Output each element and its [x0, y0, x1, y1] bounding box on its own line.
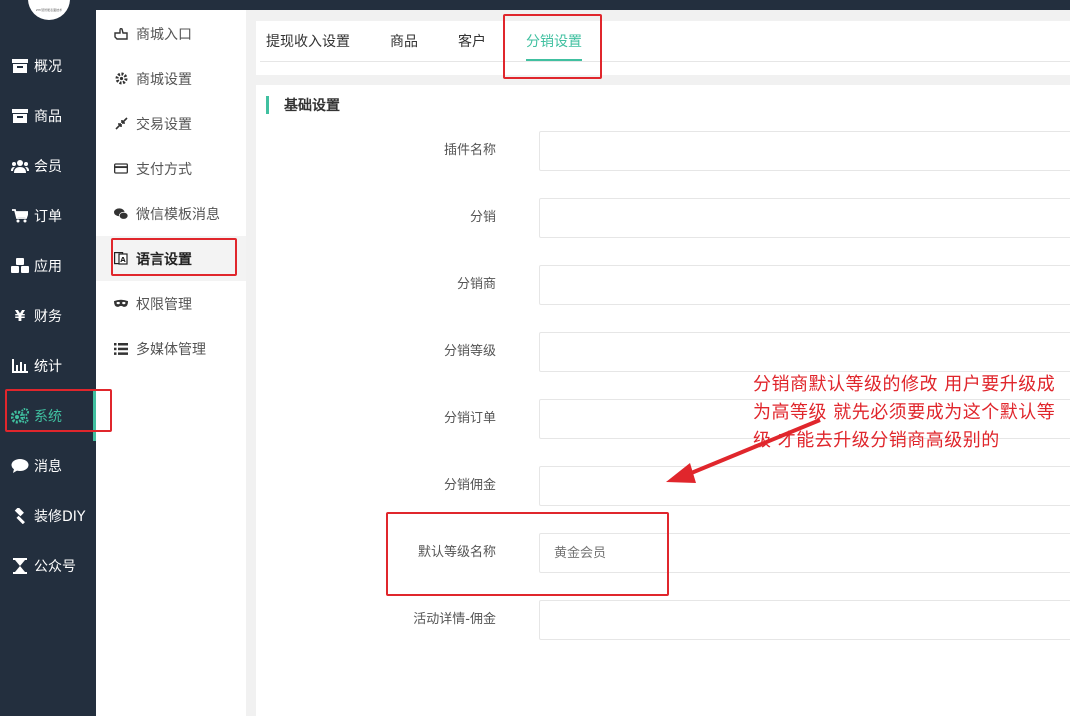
tab-customers[interactable]: 客户	[458, 21, 486, 61]
submenu-item-label: 商城入口	[136, 26, 192, 43]
form-row-distribution-commission: 分销佣金	[256, 466, 1070, 506]
sidebar-item-label: 订单	[34, 209, 62, 225]
sidebar-item-apps[interactable]: 应用	[0, 241, 96, 291]
cart-icon	[11, 207, 29, 225]
field-label: 插件名称	[443, 143, 496, 158]
sidebar-item-orders[interactable]: 订单	[0, 191, 96, 241]
sidebar-item-stats[interactable]: 统计	[0, 341, 96, 391]
submenu-item-permissions[interactable]: 权限管理	[96, 281, 246, 326]
submenu-item-label: 多媒体管理	[136, 341, 206, 358]
sidebar-item-label: 公众号	[34, 559, 76, 575]
sidebar-item-label: 消息	[34, 459, 62, 475]
sidebar-item-label: 会员	[34, 159, 62, 175]
sidebar-item-overview[interactable]: 概况	[0, 41, 96, 91]
sidebar-item-decoration[interactable]: 装修DIY	[0, 491, 96, 541]
submenu-item-store-settings[interactable]: 商城设置	[96, 56, 246, 101]
form-row-plugin-name: 插件名称	[256, 131, 1070, 171]
distribution-input[interactable]	[539, 198, 1070, 238]
submenu-item-label: 商城设置	[136, 71, 192, 88]
sidebar-item-label: 统计	[34, 359, 62, 375]
plugin-name-input[interactable]	[539, 131, 1070, 171]
logo-caption: ZHI慧智能表面技术	[35, 8, 63, 12]
submenu-item-label: 支付方式	[136, 161, 192, 178]
yen-icon: ¥	[14, 307, 26, 325]
form-row-activity-commission: 活动详情-佣金	[256, 600, 1070, 640]
form-row-distributor: 分销商	[256, 265, 1070, 305]
hand-pointer-icon	[114, 27, 128, 41]
field-label: 分销佣金	[443, 478, 496, 493]
highlight-box-default-level	[386, 512, 669, 596]
gear-icon	[114, 72, 128, 86]
tab-label: 商品	[390, 34, 418, 50]
cubes-icon	[11, 257, 29, 275]
tabs-bar: 提现收入设置 商品 客户 分销设置	[256, 21, 1070, 75]
field-label: 分销等级	[443, 344, 496, 359]
submenu-item-trade-settings[interactable]: 交易设置	[96, 101, 246, 146]
distribution-commission-input[interactable]	[539, 466, 1070, 506]
sidebar-item-label: 商品	[34, 109, 62, 125]
form-row-distribution-level: 分销等级	[256, 332, 1070, 372]
form-row-distribution: 分销	[256, 198, 1070, 238]
distributor-input[interactable]	[539, 265, 1070, 305]
wechat-icon	[114, 207, 128, 221]
submenu-item-media[interactable]: 多媒体管理	[96, 326, 246, 371]
sidebar-item-finance[interactable]: ¥ 财务	[0, 291, 96, 341]
field-label: 活动详情-佣金	[413, 612, 496, 627]
logo[interactable]: ZHI慧智能表面技术	[28, 0, 70, 20]
bar-chart-icon	[11, 357, 29, 375]
submenu-item-store-entry[interactable]: 商城入口	[96, 11, 246, 56]
tab-label: 提现收入设置	[266, 34, 350, 50]
sidebar-item-label: 应用	[34, 259, 62, 275]
gavel-icon	[11, 507, 29, 525]
section-title: 基础设置	[266, 96, 340, 114]
sidebar-item-official-account[interactable]: 公众号	[0, 541, 96, 591]
mask-icon	[114, 297, 128, 311]
main-sidebar: ZHI慧智能表面技术 概况 商品 会员 订单 应用 ¥ 财务 统计 系统 消息 …	[0, 0, 96, 716]
highlight-box-language	[111, 238, 237, 276]
tab-products[interactable]: 商品	[390, 21, 418, 61]
credit-card-icon	[114, 162, 128, 176]
comment-icon	[11, 457, 29, 475]
hourglass-icon	[11, 557, 29, 575]
archive-icon	[11, 107, 29, 125]
users-icon	[11, 157, 29, 175]
submenu-item-label: 微信模板消息	[136, 206, 220, 223]
tab-label: 客户	[458, 34, 486, 50]
submenu-item-label: 交易设置	[136, 116, 192, 133]
activity-commission-input[interactable]	[539, 600, 1070, 640]
compress-arrows-icon	[114, 117, 128, 131]
top-bar	[96, 0, 1070, 10]
sub-menu: 商城入口 商城设置 交易设置 支付方式 微信模板消息 A 语言设置 权限管理 多…	[96, 10, 246, 716]
highlight-box-distribution-tab	[503, 14, 602, 79]
distribution-level-input[interactable]	[539, 332, 1070, 372]
submenu-item-label: 权限管理	[136, 296, 192, 313]
sidebar-item-label: 概况	[34, 59, 62, 75]
sidebar-item-label: 装修DIY	[34, 509, 86, 525]
annotation-note: 分销商默认等级的修改 用户要升级成为高等级 就先必须要成为这个默认等级 才能去升…	[753, 374, 1056, 451]
field-label: 分销订单	[443, 411, 496, 426]
sidebar-item-products[interactable]: 商品	[0, 91, 96, 141]
highlight-box-system	[5, 389, 112, 432]
submenu-item-wechat-template[interactable]: 微信模板消息	[96, 191, 246, 236]
field-label: 分销	[469, 210, 496, 225]
tab-withdraw-income[interactable]: 提现收入设置	[266, 21, 350, 61]
sidebar-item-members[interactable]: 会员	[0, 141, 96, 191]
sidebar-item-messages[interactable]: 消息	[0, 441, 96, 491]
tabs-divider	[260, 61, 1070, 62]
field-label: 分销商	[456, 277, 496, 292]
sidebar-item-label: 财务	[34, 309, 62, 325]
submenu-item-payment[interactable]: 支付方式	[96, 146, 246, 191]
archive-icon	[11, 57, 29, 75]
list-icon	[114, 342, 128, 356]
